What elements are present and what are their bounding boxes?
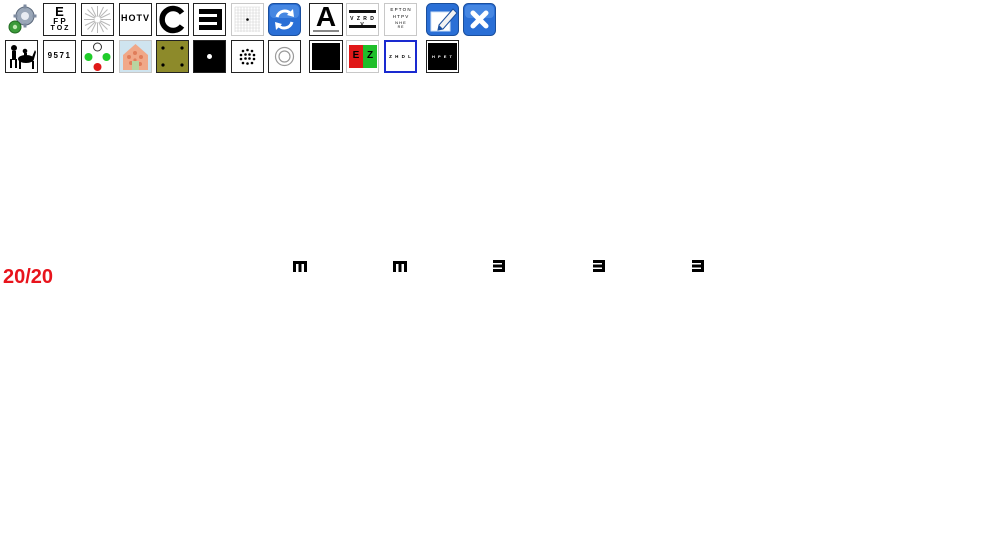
- tumbling-e-button[interactable]: [193, 3, 226, 36]
- edit-button[interactable]: [426, 3, 459, 36]
- red-green-button[interactable]: E Z: [346, 40, 379, 73]
- black-panel-icon: [312, 43, 340, 70]
- pyramid-line-4: R E: [397, 25, 404, 29]
- numbers-label: 9571: [47, 51, 72, 60]
- dot-pattern-button[interactable]: [231, 40, 264, 73]
- edit-icon: [426, 3, 459, 36]
- worth-four-dot-button[interactable]: [81, 40, 114, 73]
- line-chart-button[interactable]: V Z R D V: [346, 3, 379, 36]
- small-line-text: Z H D L: [389, 54, 412, 59]
- landolt-c-button[interactable]: [156, 3, 189, 36]
- settings-icon[interactable]: [5, 3, 38, 36]
- snellen-chart-button[interactable]: E F P T O Z: [43, 3, 76, 36]
- line-bottom-bar: [349, 25, 376, 28]
- snellen-line-3: T O Z: [50, 25, 69, 32]
- four-dot-icon: [84, 42, 111, 71]
- letter-scale-bar: [313, 30, 339, 32]
- optotype-e-left: [593, 260, 605, 272]
- black-screen-button[interactable]: [309, 40, 343, 73]
- acuity-label: 20/20: [3, 266, 54, 288]
- optotype-e-left: [692, 260, 704, 272]
- fixation-dot-icon: [194, 41, 225, 72]
- refresh-button[interactable]: [268, 3, 301, 36]
- close-button[interactable]: [463, 3, 496, 36]
- red-panel-letter: E: [352, 50, 360, 61]
- numbers-chart-button[interactable]: 9571: [43, 40, 76, 73]
- amsler-grid-button[interactable]: [231, 3, 264, 36]
- pyramid-chart-button[interactable]: E P T O N H T P V N H E R E: [384, 3, 417, 36]
- optotype-e-down: [293, 261, 307, 272]
- optotype-e-down: [393, 261, 407, 272]
- concentric-circles-icon: [274, 46, 295, 67]
- fixation-target-button[interactable]: [193, 40, 226, 73]
- concentric-circles-button[interactable]: [268, 40, 301, 73]
- sunburst-icon: [84, 6, 111, 33]
- color-plate-icon: [120, 41, 151, 72]
- single-letter-button[interactable]: A: [309, 3, 343, 36]
- fixation-dots-button[interactable]: [156, 40, 189, 73]
- dark-line-text: H P E T: [432, 54, 453, 59]
- refresh-icon: [268, 3, 301, 36]
- small-line-chart-button[interactable]: Z H D L: [384, 40, 417, 73]
- horse-rider-icon: [10, 45, 36, 69]
- tumbling-e-icon: [199, 9, 222, 30]
- pyramid-line-1: E P T O N: [390, 7, 411, 12]
- dot-cluster-icon: [239, 48, 256, 65]
- dark-line-chart-button[interactable]: H P E T: [426, 40, 459, 73]
- grid-icon: [234, 6, 260, 32]
- astigmatism-dial-button[interactable]: [81, 3, 114, 36]
- pyramid-line-2: H T P V: [392, 14, 409, 19]
- line-top-bar: [349, 10, 376, 13]
- green-panel-letter: Z: [366, 50, 374, 61]
- hotv-chart-button[interactable]: HOTV: [119, 3, 152, 36]
- single-letter: A: [315, 3, 337, 32]
- hotv-label: HOTV: [120, 13, 150, 23]
- color-plate-button[interactable]: [119, 40, 152, 73]
- landolt-c-icon: [159, 5, 185, 34]
- pediatric-figures-button[interactable]: [5, 40, 38, 73]
- olive-dots-icon: [157, 41, 188, 72]
- optotype-e-left: [493, 260, 505, 272]
- close-icon: [463, 3, 496, 36]
